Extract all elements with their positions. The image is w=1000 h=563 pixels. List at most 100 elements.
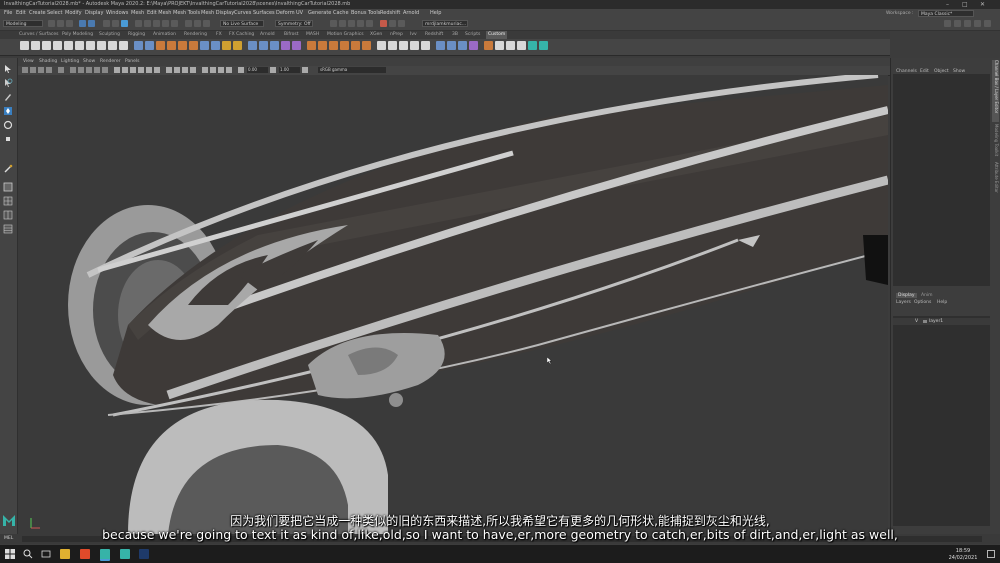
live-surface-field[interactable]: No Live Surface [220, 20, 264, 27]
soft-select-icon[interactable] [362, 41, 371, 50]
shelf-tab[interactable]: FX Caching [229, 31, 254, 39]
bend-icon[interactable] [388, 41, 397, 50]
light-icon[interactable] [447, 41, 456, 50]
2d-pan-zoom-icon[interactable] [46, 67, 52, 73]
anti-aliasing-icon[interactable] [182, 67, 188, 73]
attribute-editor-tab[interactable]: Attribute Editor [992, 162, 999, 200]
select-hierarchy-icon[interactable] [103, 20, 110, 27]
menu-curves[interactable]: Curves [234, 9, 251, 18]
lattice-icon[interactable] [377, 41, 386, 50]
attribute-editor-icon[interactable] [954, 20, 961, 27]
render-settings-icon[interactable] [357, 20, 364, 27]
windows-start-icon[interactable] [5, 549, 15, 559]
brave-browser-icon[interactable] [80, 549, 90, 559]
snap-grid-icon[interactable] [135, 20, 142, 27]
exposure-field[interactable]: 0.00 [247, 67, 268, 73]
shelf-tab-active[interactable]: Custom [486, 31, 508, 39]
uv-unfold-icon[interactable] [292, 41, 301, 50]
close-button[interactable]: ✕ [980, 0, 985, 9]
wireframe-icon[interactable] [114, 67, 120, 73]
menu-deform[interactable]: Deform [276, 9, 295, 18]
channel-box-layer-editor-tab[interactable]: Channel Box / Layer Editor [992, 60, 999, 122]
menu-windows[interactable]: Windows [106, 9, 128, 18]
menu-arnold[interactable]: Arnold [403, 9, 419, 18]
menu-help[interactable]: Help [430, 9, 441, 18]
poly-cone-icon[interactable] [53, 41, 62, 50]
panel-menu-show[interactable]: Show [83, 58, 95, 66]
merge-icon[interactable] [222, 41, 231, 50]
shelf-tab[interactable]: XGen [370, 31, 382, 39]
maya-launcher-icon[interactable] [120, 549, 130, 559]
shelf-tab[interactable]: nPrep [390, 31, 403, 39]
curve-tool-icon[interactable] [399, 41, 408, 50]
layer-row[interactable]: V layer1 [893, 318, 990, 325]
poly-cube-icon[interactable] [31, 41, 40, 50]
tool-settings-icon[interactable] [964, 20, 971, 27]
group-icon[interactable] [458, 41, 467, 50]
layer-list[interactable]: V layer1 [893, 316, 990, 526]
combine-icon[interactable] [134, 41, 143, 50]
channel-box[interactable] [893, 74, 990, 286]
resolution-gate-icon[interactable] [86, 67, 92, 73]
render-icon[interactable] [194, 20, 201, 27]
screen-space-ao-icon[interactable] [166, 67, 172, 73]
shelf-tab[interactable]: Rigging [128, 31, 145, 39]
channel-box-icon[interactable] [974, 20, 981, 27]
photoshop-icon[interactable] [139, 549, 149, 559]
poly-torus-icon[interactable] [75, 41, 84, 50]
shelf-tab[interactable]: Arnold [260, 31, 275, 39]
custom-tool-5-icon[interactable] [528, 41, 537, 50]
clock-time[interactable]: 18:59 [948, 548, 978, 554]
camera-icon[interactable] [436, 41, 445, 50]
view-transform-dropdown[interactable]: sRGB gamma [318, 67, 386, 73]
ep-curve-icon[interactable] [410, 41, 419, 50]
panel-menu-lighting[interactable]: Lighting [61, 58, 79, 66]
file-explorer-icon[interactable] [60, 549, 70, 559]
uv-editor-icon[interactable] [281, 41, 290, 50]
snap-view-icon[interactable] [162, 20, 169, 27]
bevel-icon[interactable] [167, 41, 176, 50]
move-tool-icon[interactable] [3, 106, 13, 116]
extrude-icon[interactable] [156, 41, 165, 50]
menu-modify[interactable]: Modify [65, 9, 82, 18]
custom-tool-6-icon[interactable] [539, 41, 548, 50]
film-gate-icon[interactable] [78, 67, 84, 73]
four-view-layout-icon[interactable] [3, 196, 13, 206]
multi-cut-icon[interactable] [200, 41, 209, 50]
isolate-select-icon[interactable] [202, 67, 208, 73]
menu-edit-mesh[interactable]: Edit Mesh [147, 9, 171, 18]
outliner-layout-icon[interactable] [3, 224, 13, 234]
custom-tool-2-icon[interactable] [495, 41, 504, 50]
depth-of-field-icon[interactable] [190, 67, 196, 73]
image-plane-icon[interactable] [38, 67, 44, 73]
panel-menu-view[interactable]: View [23, 58, 34, 66]
delete-history-icon[interactable] [329, 41, 338, 50]
search-icon[interactable] [23, 549, 33, 559]
panel-menu-renderer[interactable]: Renderer [100, 58, 121, 66]
last-tool-icon[interactable] [3, 164, 13, 174]
render-view-icon[interactable] [330, 20, 337, 27]
poly-gear-icon[interactable] [119, 41, 128, 50]
lasso-tool-icon[interactable] [3, 78, 13, 88]
mode-dropdown[interactable]: Modeling [3, 20, 43, 27]
single-perspective-layout-icon[interactable] [3, 182, 13, 192]
reduce-icon[interactable] [270, 41, 279, 50]
redshift-icon[interactable] [398, 20, 405, 27]
help-menu[interactable]: Help [937, 300, 947, 305]
two-view-layout-icon[interactable] [3, 210, 13, 220]
ipr-render-icon[interactable] [348, 20, 355, 27]
camera-attributes-icon[interactable] [22, 67, 28, 73]
insert-edge-loop-icon[interactable] [211, 41, 220, 50]
grid-icon[interactable] [70, 67, 76, 73]
snap-point-icon[interactable] [153, 20, 160, 27]
hypershade-icon[interactable] [366, 20, 373, 27]
menu-cache[interactable]: Cache [333, 9, 349, 18]
display-tab[interactable]: Display [896, 293, 917, 298]
menu-mesh[interactable]: Mesh [131, 9, 144, 18]
gate-mask-icon[interactable] [94, 67, 100, 73]
custom-tool-3-icon[interactable] [506, 41, 515, 50]
xray-components-icon[interactable] [226, 67, 232, 73]
menu-file[interactable]: File [4, 9, 12, 18]
undo-icon[interactable] [79, 20, 86, 27]
menu-surfaces[interactable]: Surfaces [253, 9, 275, 18]
